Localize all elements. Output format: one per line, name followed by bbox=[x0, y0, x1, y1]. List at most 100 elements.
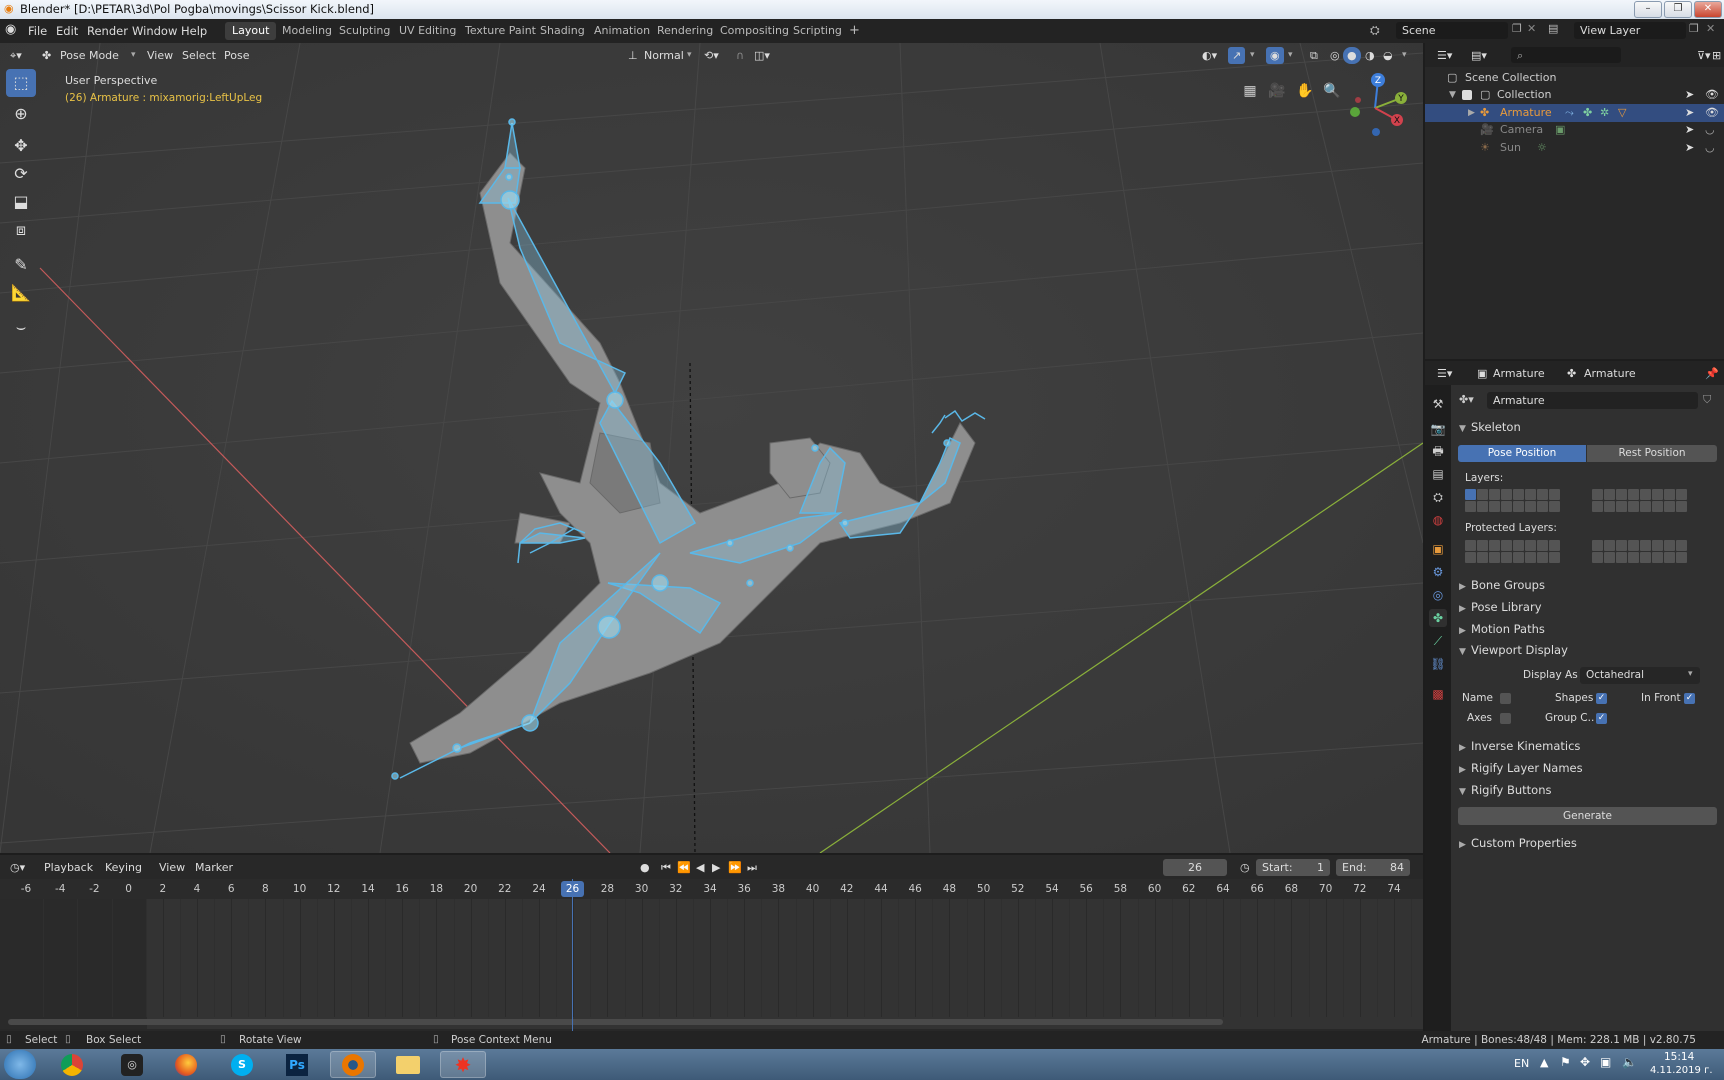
file-explorer-icon[interactable] bbox=[385, 1051, 431, 1078]
dropbox-icon[interactable]: ✥ bbox=[1580, 1055, 1590, 1069]
layers-grid-right[interactable] bbox=[1592, 489, 1687, 512]
editor-type-icon[interactable]: ⌖▾ bbox=[6, 47, 26, 64]
playhead-line[interactable] bbox=[572, 879, 573, 1031]
timeline-keyframe-area[interactable] bbox=[0, 899, 1423, 1029]
bone-constraint-tab-icon[interactable]: ⛓ bbox=[1429, 655, 1447, 673]
blender-taskbar-icon[interactable] bbox=[330, 1051, 376, 1078]
section-pose-library[interactable]: ▶ Pose Library bbox=[1459, 600, 1542, 614]
play-icon[interactable]: ▶ bbox=[708, 859, 724, 876]
pin-icon[interactable]: 📌 bbox=[1701, 365, 1723, 382]
tab-layout[interactable]: Layout bbox=[225, 22, 277, 40]
proportional-icon[interactable]: ◫▾ bbox=[750, 47, 774, 64]
eye-closed-icon[interactable]: ◡ bbox=[1705, 139, 1715, 157]
fake-user-shield-icon[interactable]: ⛉ bbox=[1703, 393, 1711, 407]
menu-render[interactable]: Render bbox=[87, 24, 128, 38]
section-bone-groups[interactable]: ▶ Bone Groups bbox=[1459, 578, 1545, 592]
tray-expand-icon[interactable]: ▲ bbox=[1540, 1056, 1548, 1069]
shapes-checkbox[interactable]: ✓ bbox=[1596, 693, 1607, 704]
menu-keying[interactable]: Keying bbox=[101, 859, 146, 876]
horizontal-scrollbar[interactable] bbox=[8, 1019, 1223, 1025]
visibility-icon[interactable]: ◐▾ bbox=[1198, 47, 1221, 64]
armature-name-field[interactable]: Armature bbox=[1487, 392, 1698, 409]
close-button[interactable]: ✕ bbox=[1694, 1, 1722, 18]
outliner-row-collection[interactable]: ▼ ▢ Collection ➤ 👁 bbox=[1425, 86, 1724, 104]
menu-edit[interactable]: Edit bbox=[56, 24, 78, 38]
wireframe-shading-icon[interactable]: ◎ bbox=[1326, 47, 1344, 64]
add-workspace-button[interactable]: + bbox=[842, 22, 867, 40]
section-motion-paths[interactable]: ▶ Motion Paths bbox=[1459, 622, 1545, 636]
eye-icon[interactable]: 👁 bbox=[1705, 86, 1719, 104]
annotate-tool[interactable]: ✎ bbox=[6, 251, 36, 279]
start-frame-field[interactable]: Start: 1 bbox=[1256, 859, 1330, 876]
tab-scripting[interactable]: Scripting bbox=[786, 22, 849, 40]
select-box-tool[interactable]: ⬚ bbox=[6, 69, 36, 97]
menu-view[interactable]: View bbox=[155, 859, 189, 876]
tool-tab-icon[interactable]: ⚒ bbox=[1429, 395, 1447, 413]
start-button[interactable] bbox=[4, 1050, 36, 1079]
section-custom-properties[interactable]: ▶ Custom Properties bbox=[1459, 836, 1577, 850]
layers-grid-left[interactable] bbox=[1465, 489, 1560, 512]
transform-tool[interactable]: ⧈ bbox=[6, 216, 36, 244]
record-icon[interactable]: ● bbox=[636, 859, 654, 876]
expand-arrow-icon[interactable]: ▶ bbox=[1468, 104, 1475, 122]
menu-playback[interactable]: Playback bbox=[40, 859, 97, 876]
delete-scene-icon[interactable]: ✕ bbox=[1527, 22, 1536, 35]
expand-arrow-icon[interactable]: ▼ bbox=[1449, 86, 1456, 104]
measure-tool[interactable]: 📐 bbox=[6, 279, 36, 307]
steam-icon[interactable]: ◎ bbox=[109, 1051, 155, 1078]
scene-field[interactable]: Scene bbox=[1396, 22, 1508, 39]
generate-button[interactable]: Generate bbox=[1458, 807, 1717, 825]
chrome-icon[interactable] bbox=[49, 1051, 95, 1078]
armature-data-tab-icon[interactable]: ✤ bbox=[1429, 609, 1447, 627]
rotate-tool[interactable]: ⟳ bbox=[6, 160, 36, 188]
new-view-layer-icon[interactable]: ❐ bbox=[1689, 22, 1699, 35]
overlay-toggle-icon[interactable]: ◉ bbox=[1266, 47, 1284, 64]
properties-editor-type-icon[interactable]: ☰▾ bbox=[1433, 365, 1456, 382]
firefox-icon[interactable] bbox=[163, 1051, 209, 1078]
modifiers-tab-icon[interactable]: ⚙ bbox=[1429, 563, 1447, 581]
scale-tool[interactable]: ⬓ bbox=[6, 188, 36, 216]
breadcrumb-data[interactable]: Armature bbox=[1580, 365, 1640, 382]
rendered-shading-icon[interactable]: ◒ bbox=[1379, 47, 1397, 64]
tab-sculpting[interactable]: Sculpting bbox=[332, 22, 397, 40]
section-inverse-kinematics[interactable]: ▶ Inverse Kinematics bbox=[1459, 739, 1580, 753]
menu-view[interactable]: View bbox=[143, 47, 177, 64]
preview-range-icon[interactable]: ◷ bbox=[1236, 859, 1254, 876]
physics-tab-icon[interactable]: ◎ bbox=[1429, 586, 1447, 604]
tab-modeling[interactable]: Modeling bbox=[275, 22, 339, 40]
scene-tab-icon[interactable]: ⛭ bbox=[1429, 488, 1447, 506]
material-shading-icon[interactable]: ◑ bbox=[1361, 47, 1379, 64]
paint-splat-app-icon[interactable]: ✸ bbox=[440, 1051, 486, 1078]
view-layer-tab-icon[interactable]: ▤ bbox=[1429, 465, 1447, 483]
pan-hand-icon[interactable]: ✋ bbox=[1293, 79, 1317, 103]
breadcrumb-object[interactable]: Armature bbox=[1489, 365, 1549, 382]
checkbox-icon[interactable] bbox=[1462, 90, 1472, 100]
axes-checkbox[interactable] bbox=[1500, 713, 1511, 724]
jump-end-icon[interactable]: ⏭ bbox=[743, 859, 761, 876]
tab-rendering[interactable]: Rendering bbox=[650, 22, 720, 40]
clock-date[interactable]: 4.11.2019 г. bbox=[1650, 1065, 1713, 1076]
camera-view-icon[interactable]: 🎥 bbox=[1265, 79, 1289, 103]
output-tab-icon[interactable]: 🖶 bbox=[1429, 442, 1447, 460]
pose-position-button[interactable]: Pose Position bbox=[1458, 445, 1586, 462]
eye-closed-icon[interactable]: ◡ bbox=[1705, 121, 1715, 139]
network-icon[interactable]: ▣ bbox=[1600, 1055, 1611, 1069]
selectable-arrow-icon[interactable]: ➤ bbox=[1685, 139, 1694, 157]
object-tab-icon[interactable]: ▣ bbox=[1429, 540, 1447, 558]
menu-help[interactable]: Help bbox=[181, 24, 207, 38]
display-mode-icon[interactable]: ▤▾ bbox=[1467, 47, 1491, 64]
3d-viewport[interactable]: ⌖▾ ✤ Pose Mode ▾ View Select Pose ⊥ Norm… bbox=[0, 43, 1423, 853]
section-skeleton[interactable]: ▼ Skeleton bbox=[1459, 420, 1521, 434]
outliner-editor-type-icon[interactable]: ☰▾ bbox=[1433, 47, 1456, 64]
selectable-arrow-icon[interactable]: ➤ bbox=[1685, 86, 1694, 104]
action-center-flag-icon[interactable]: ⚑ bbox=[1560, 1055, 1571, 1069]
selectable-arrow-icon[interactable]: ➤ bbox=[1685, 121, 1694, 139]
view-layer-field[interactable]: View Layer bbox=[1574, 22, 1686, 39]
mode-selector[interactable]: Pose Mode bbox=[56, 47, 138, 64]
outliner-row-camera[interactable]: 🎥 Camera ▣ ➤ ◡ bbox=[1425, 121, 1724, 139]
eye-icon[interactable]: 👁 bbox=[1705, 104, 1719, 122]
texture-tab-icon[interactable]: ▩ bbox=[1429, 685, 1447, 703]
end-frame-field[interactable]: End: 84 bbox=[1336, 859, 1410, 876]
xray-icon[interactable]: ⧉ bbox=[1306, 47, 1322, 64]
pivot-icon[interactable]: ⟲▾ bbox=[700, 47, 723, 64]
